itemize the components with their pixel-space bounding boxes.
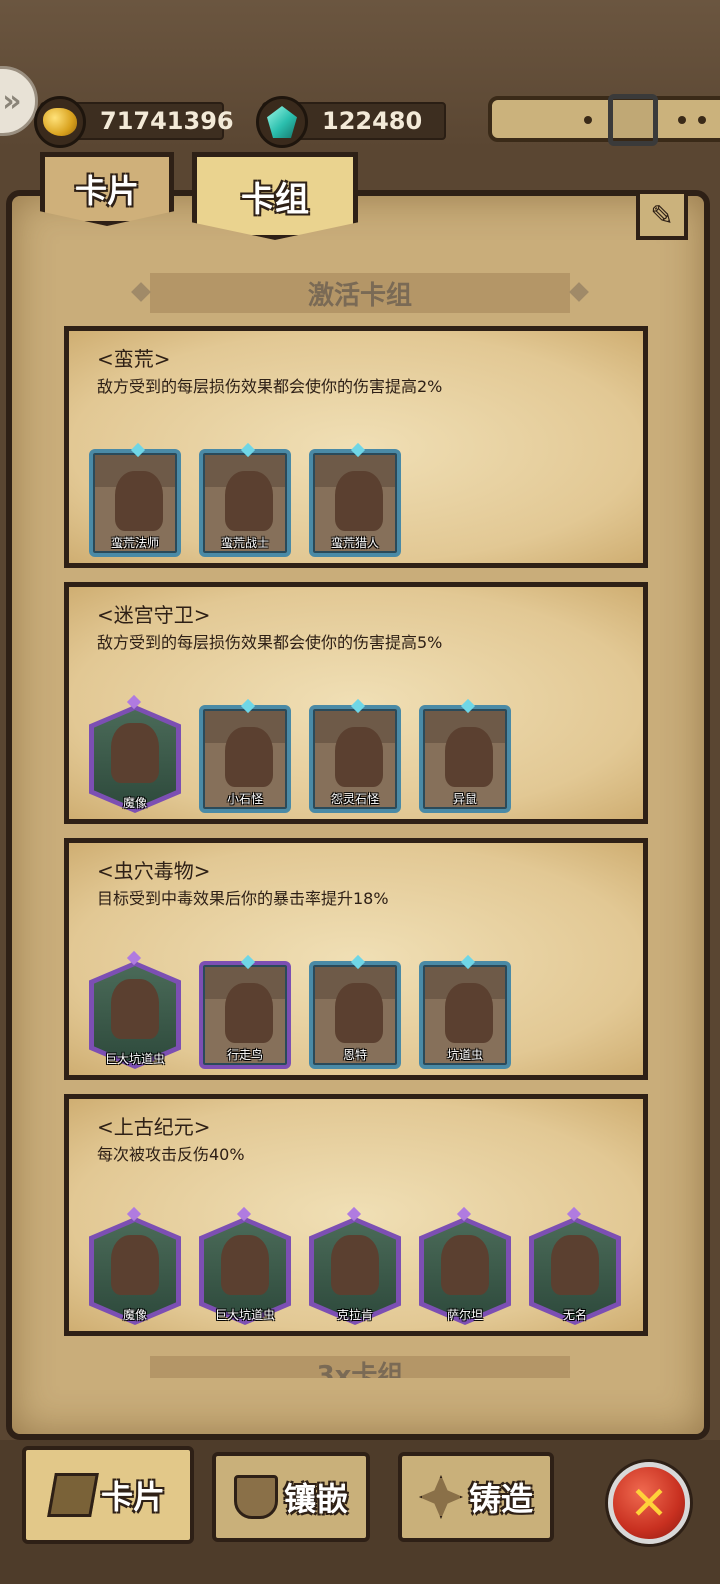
card-name: 魔像 <box>122 796 147 810</box>
card-name: 小石怪 <box>226 792 263 806</box>
nav-forge-button[interactable]: 铸造 <box>398 1452 554 1542</box>
deck-box: <虫穴毒物> 目标受到中毒效果后你的暴击率提升18% 巨大坑道虫 行走鸟 恩特 … <box>64 838 648 1080</box>
creature-portrait-icon <box>225 727 273 787</box>
creature-portrait-icon <box>115 471 163 531</box>
nav-inlay-button[interactable]: 镶嵌 <box>212 1452 370 1542</box>
card-item[interactable]: 无名 <box>529 1206 621 1325</box>
deck-name: <上古纪元> <box>97 1115 211 1139</box>
card-name: 巨大坑道虫 <box>214 1308 275 1322</box>
card-item[interactable]: 蛮荒法师 <box>89 442 181 557</box>
nav-cards-button[interactable]: 卡片 <box>22 1446 194 1544</box>
nav-forge-label: 铸造 <box>468 1480 533 1518</box>
gem-counter: 122480 <box>256 96 446 148</box>
creature-portrait-icon <box>111 723 159 783</box>
tab-deck[interactable]: 卡组 <box>192 152 358 240</box>
deck-cards: 蛮荒法师 蛮荒战士 蛮荒猎人 <box>89 442 401 557</box>
deck-desc: 敌方受到的每层损伤效果都会使你的伤害提高2% <box>97 377 443 396</box>
book-icon <box>233 1475 278 1519</box>
deck-desc: 敌方受到的每层损伤效果都会使你的伤害提高5% <box>97 633 443 652</box>
card-item[interactable]: 小石怪 <box>199 698 291 813</box>
deck-desc: 目标受到中毒效果后你的暴击率提升18% <box>97 889 389 908</box>
deck-name: <迷宫守卫> <box>97 603 211 627</box>
forge-flower-icon <box>418 1475 463 1519</box>
card-name: 克拉肯 <box>336 1308 373 1322</box>
card-name: 无名 <box>562 1308 587 1322</box>
card-name: 魔像 <box>122 1308 147 1322</box>
gem-amount: 122480 <box>322 107 423 135</box>
pencil-icon[interactable]: ✎ <box>636 190 688 240</box>
next-section-title: 3x卡组 <box>150 1356 570 1378</box>
nav-inlay-label: 镶嵌 <box>283 1480 348 1518</box>
creature-portrait-icon <box>331 1235 379 1295</box>
deck-cards: 魔像 小石怪 怨灵石怪 异鼠 <box>89 694 511 813</box>
card-item[interactable]: 克拉肯 <box>309 1206 401 1325</box>
card-item[interactable]: 恩特 <box>309 954 401 1069</box>
card-item[interactable]: 萨尔坦 <box>419 1206 511 1325</box>
creature-portrait-icon <box>551 1235 599 1295</box>
creature-portrait-icon <box>445 727 493 787</box>
buckle-icon <box>608 94 658 146</box>
deck-name: <虫穴毒物> <box>97 859 211 883</box>
nav-cards-label: 卡片 <box>100 1478 165 1516</box>
card-name: 行走鸟 <box>226 1048 263 1062</box>
card-name: 萨尔坦 <box>446 1308 483 1322</box>
cards-icon <box>47 1473 99 1517</box>
deck-box: <迷宫守卫> 敌方受到的每层损伤效果都会使你的伤害提高5% 魔像 小石怪 怨灵石… <box>64 582 648 824</box>
card-name: 恩特 <box>342 1048 367 1062</box>
creature-portrait-icon <box>225 471 273 531</box>
gold-counter: 71741396 <box>34 96 234 148</box>
card-item[interactable]: 巨大坑道虫 <box>199 1206 291 1325</box>
card-name: 蛮荒法师 <box>110 536 159 550</box>
deck-box: <上古纪元> 每次被攻击反伤40% 魔像 巨大坑道虫 克拉肯 萨尔坦 无名 <box>64 1094 648 1336</box>
card-item[interactable]: 行走鸟 <box>199 954 291 1069</box>
creature-portrait-icon <box>111 979 159 1039</box>
creature-portrait-icon <box>335 727 383 787</box>
close-icon[interactable]: ✕ <box>608 1462 690 1544</box>
deck-desc: 每次被攻击反伤40% <box>97 1145 245 1164</box>
card-item[interactable]: 异鼠 <box>419 698 511 813</box>
creature-portrait-icon <box>111 1235 159 1295</box>
section-title-text: 激活卡组 <box>307 280 412 311</box>
card-item[interactable]: 蛮荒猎人 <box>309 442 401 557</box>
card-name: 蛮荒战士 <box>220 536 269 550</box>
gold-nugget-icon <box>34 96 86 148</box>
card-name: 蛮荒猎人 <box>330 536 379 550</box>
creature-portrait-icon <box>335 471 383 531</box>
creature-portrait-icon <box>335 983 383 1043</box>
deck-cards: 巨大坑道虫 行走鸟 恩特 坑道虫 <box>89 950 511 1069</box>
deck-cards: 魔像 巨大坑道虫 克拉肯 萨尔坦 无名 <box>89 1206 621 1325</box>
card-item[interactable]: 巨大坑道虫 <box>89 950 181 1069</box>
creature-portrait-icon <box>445 983 493 1043</box>
card-name: 怨灵石怪 <box>330 792 379 806</box>
gem-crystal-icon <box>256 96 308 148</box>
creature-portrait-icon <box>441 1235 489 1295</box>
card-name: 巨大坑道虫 <box>104 1052 165 1066</box>
section-title: 激活卡组 <box>131 273 589 313</box>
card-item[interactable]: 怨灵石怪 <box>309 698 401 813</box>
card-name: 异鼠 <box>452 792 477 806</box>
tab-cards[interactable]: 卡片 <box>40 152 174 226</box>
card-item[interactable]: 魔像 <box>89 1206 181 1325</box>
gold-amount: 71741396 <box>100 107 234 135</box>
deck-name: <蛮荒> <box>97 347 171 371</box>
deck-box: <蛮荒> 敌方受到的每层损伤效果都会使你的伤害提高2% 蛮荒法师 蛮荒战士 蛮荒… <box>64 326 648 568</box>
creature-portrait-icon <box>221 1235 269 1295</box>
belt-decoration <box>488 94 720 146</box>
card-item[interactable]: 魔像 <box>89 694 181 813</box>
card-item[interactable]: 蛮荒战士 <box>199 442 291 557</box>
creature-portrait-icon <box>225 983 273 1043</box>
card-item[interactable]: 坑道虫 <box>419 954 511 1069</box>
card-name: 坑道虫 <box>446 1048 483 1062</box>
